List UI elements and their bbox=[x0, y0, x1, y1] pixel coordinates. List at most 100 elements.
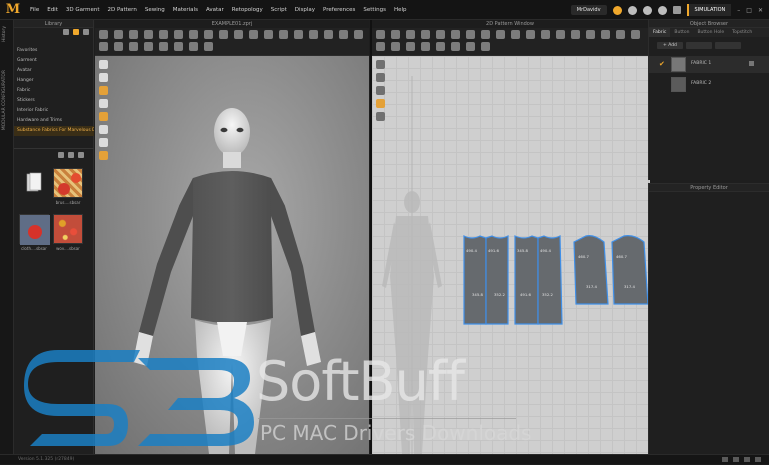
toolbar-3d-tool-8-icon[interactable] bbox=[204, 30, 213, 39]
toolbar-2d-tool-1-icon[interactable] bbox=[376, 30, 385, 39]
toolbar-3d-tool-22-icon[interactable] bbox=[144, 42, 153, 51]
add-fabric-button[interactable]: + Add bbox=[657, 42, 683, 49]
upload-icon[interactable] bbox=[63, 29, 69, 35]
toolbar-2d-tool-7-icon[interactable] bbox=[466, 30, 475, 39]
search-icon[interactable] bbox=[58, 152, 64, 158]
toolbar-2d-tool-23-icon[interactable] bbox=[436, 42, 445, 51]
toolbar-2d-tool-21-icon[interactable] bbox=[406, 42, 415, 51]
status-icon-4[interactable] bbox=[755, 457, 761, 462]
globe-icon[interactable] bbox=[642, 5, 652, 15]
toolbar-3d-tool-13-icon[interactable] bbox=[279, 30, 288, 39]
library-item[interactable]: Hanger bbox=[14, 76, 94, 86]
toolbar-2d-tool-6-icon[interactable] bbox=[451, 30, 460, 39]
toolbar-2d-tool-5-icon[interactable] bbox=[436, 30, 445, 39]
fabric-settings-icon[interactable] bbox=[749, 61, 754, 66]
library-item[interactable]: Stickers bbox=[14, 96, 94, 106]
fabric-row[interactable]: FABRIC 2 bbox=[649, 76, 769, 93]
menu-edit[interactable]: Edit bbox=[43, 7, 62, 13]
toolbar-3d-tool-19-icon[interactable] bbox=[99, 42, 108, 51]
grid-view-icon[interactable] bbox=[68, 152, 74, 158]
toolbar-3d-tool-18-icon[interactable] bbox=[354, 30, 363, 39]
menu-materials[interactable]: Materials bbox=[169, 7, 202, 13]
thumb-fabric-1[interactable] bbox=[53, 168, 83, 198]
toolbar-2d-tool-20-icon[interactable] bbox=[391, 42, 400, 51]
speaker-icon[interactable] bbox=[627, 5, 637, 15]
library-item[interactable]: Interior Fabric bbox=[14, 106, 94, 116]
pattern-piece-sleeve-right[interactable] bbox=[611, 235, 649, 305]
menu-3d-garment[interactable]: 3D Garment bbox=[62, 7, 104, 13]
thumb-fabric-3[interactable] bbox=[53, 214, 83, 244]
toolbar-3d-tool-25-icon[interactable] bbox=[189, 42, 198, 51]
toolbar-2d-tool-12-icon[interactable] bbox=[541, 30, 550, 39]
menu-script[interactable]: Script bbox=[267, 7, 291, 13]
viewport-2d[interactable]: 490.4 491.6 345.8 352.2 345.8 490.4 491.6 352.2… bbox=[372, 56, 650, 454]
toolbar-3d-tool-11-icon[interactable] bbox=[249, 30, 258, 39]
library-item[interactable]: Avatar bbox=[14, 66, 94, 76]
toolbar-2d-tool-17-icon[interactable] bbox=[616, 30, 625, 39]
thumb-fabric-2[interactable] bbox=[19, 214, 50, 245]
close-icon[interactable]: ✕ bbox=[758, 7, 763, 14]
view-icon[interactable] bbox=[83, 29, 89, 35]
toolbar-3d-tool-10-icon[interactable] bbox=[234, 30, 243, 39]
cloud-icon[interactable] bbox=[612, 5, 622, 15]
toolbar-3d-tool-23-icon[interactable] bbox=[159, 42, 168, 51]
library-item[interactable]: Substance Fabrics For Marvelous De bbox=[14, 126, 94, 136]
status-icon-1[interactable] bbox=[722, 457, 728, 462]
list-view-icon[interactable] bbox=[78, 152, 84, 158]
toolbar-2d-tool-13-icon[interactable] bbox=[556, 30, 565, 39]
toolbar-2d-tool-3-icon[interactable] bbox=[406, 30, 415, 39]
toolbar-3d-tool-17-icon[interactable] bbox=[339, 30, 348, 39]
library-item[interactable]: Fabric bbox=[14, 86, 94, 96]
side-tab-history[interactable]: History bbox=[2, 26, 12, 42]
toolbar-3d-tool-12-icon[interactable] bbox=[264, 30, 273, 39]
menu-file[interactable]: File bbox=[26, 7, 43, 13]
notification-icon[interactable] bbox=[672, 6, 681, 14]
pattern-piece-sleeve-left[interactable] bbox=[573, 235, 609, 305]
toolbar-3d-tool-4-icon[interactable] bbox=[144, 30, 153, 39]
toolbar-2d-tool-2-icon[interactable] bbox=[391, 30, 400, 39]
tab-button-hole[interactable]: Button Hole bbox=[693, 28, 728, 37]
library-item[interactable]: Garment bbox=[14, 56, 94, 66]
toolbar-2d-tool-18-icon[interactable] bbox=[631, 30, 640, 39]
toolbar-3d-tool-9-icon[interactable] bbox=[219, 30, 228, 39]
library-item[interactable]: Favorites bbox=[14, 46, 94, 56]
library-item[interactable]: Hardware and Trims bbox=[14, 116, 94, 126]
toolbar-2d-tool-26-icon[interactable] bbox=[481, 42, 490, 51]
toolbar-2d-tool-9-icon[interactable] bbox=[496, 30, 505, 39]
toolbar-3d-tool-21-icon[interactable] bbox=[129, 42, 138, 51]
tab-fabric[interactable]: Fabric bbox=[649, 28, 671, 37]
minimize-icon[interactable]: – bbox=[737, 7, 740, 14]
toolbar-2d-tool-15-icon[interactable] bbox=[586, 30, 595, 39]
toolbar-2d-tool-16-icon[interactable] bbox=[601, 30, 610, 39]
menu-avatar[interactable]: Avatar bbox=[202, 7, 228, 13]
toolbar-3d-tool-1-icon[interactable] bbox=[99, 30, 108, 39]
user-account[interactable]: MrDavidv bbox=[570, 5, 607, 15]
toolbar-2d-tool-4-icon[interactable] bbox=[421, 30, 430, 39]
toolbar-3d-tool-26-icon[interactable] bbox=[204, 42, 213, 51]
toolbar-2d-tool-24-icon[interactable] bbox=[451, 42, 460, 51]
add-folder-icon[interactable] bbox=[73, 29, 79, 35]
toolbar-3d-tool-15-icon[interactable] bbox=[309, 30, 318, 39]
toolbar-3d-tool-16-icon[interactable] bbox=[324, 30, 333, 39]
maximize-icon[interactable]: □ bbox=[746, 7, 752, 14]
toolbar-2d-tool-22-icon[interactable] bbox=[421, 42, 430, 51]
toolbar-3d-tool-3-icon[interactable] bbox=[129, 30, 138, 39]
menu-retopology[interactable]: Retopology bbox=[228, 7, 267, 13]
fabric-row[interactable]: ✔ FABRIC 1 bbox=[649, 56, 769, 73]
toolbar-3d-tool-7-icon[interactable] bbox=[189, 30, 198, 39]
tab-button[interactable]: Button bbox=[670, 28, 693, 37]
toolbar-3d-tool-5-icon[interactable] bbox=[159, 30, 168, 39]
toolbar-3d-tool-14-icon[interactable] bbox=[294, 30, 303, 39]
menu-sewing[interactable]: Sewing bbox=[141, 7, 169, 13]
toolbar-2d-tool-14-icon[interactable] bbox=[571, 30, 580, 39]
menu-display[interactable]: Display bbox=[291, 7, 319, 13]
status-icon-3[interactable] bbox=[744, 457, 750, 462]
toolbar-3d-tool-6-icon[interactable] bbox=[174, 30, 183, 39]
menu-2d-pattern[interactable]: 2D Pattern bbox=[104, 7, 141, 13]
toolbar-3d-tool-24-icon[interactable] bbox=[174, 42, 183, 51]
simulation-mode-badge[interactable]: SIMULATION bbox=[686, 4, 732, 16]
tab-topstitch[interactable]: Topstitch bbox=[728, 28, 756, 37]
side-tab-modular[interactable]: MODULAR CONFIGURATOR bbox=[2, 70, 12, 130]
menu-preferences[interactable]: Preferences bbox=[319, 7, 359, 13]
toolbar-3d-tool-2-icon[interactable] bbox=[114, 30, 123, 39]
